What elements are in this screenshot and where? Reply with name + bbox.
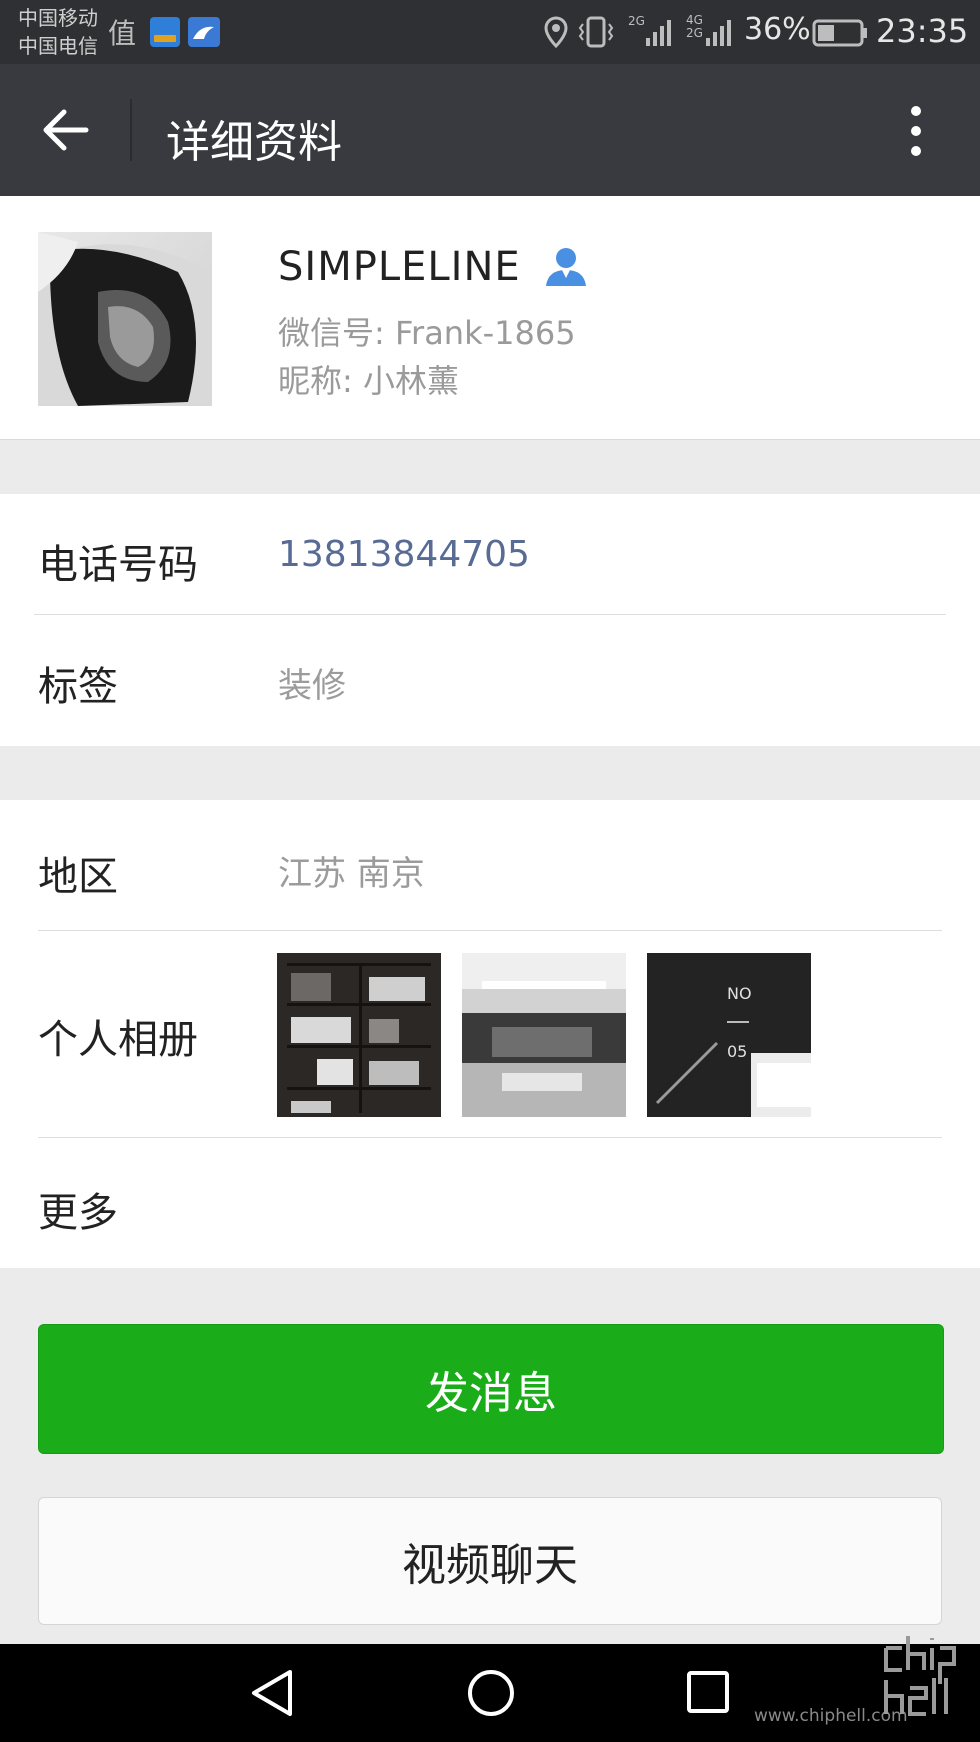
album-row[interactable]: 个人相册 NO 05 (0, 931, 980, 1137)
contact-name: SIMPLELINE (278, 244, 521, 290)
phone-label: 电话号码 (38, 542, 198, 588)
album-photo-2 (462, 953, 626, 1117)
region-value: 江苏 南京 (278, 854, 425, 894)
title-divider (130, 99, 132, 161)
region-label: 地区 (38, 854, 118, 900)
network-2g-label: 2G (628, 14, 645, 28)
battery-icon (812, 18, 868, 52)
contact-person-icon (544, 246, 588, 290)
row-divider (34, 614, 946, 615)
signal-icon-2 (704, 16, 736, 52)
details-section: 地区 江苏 南京 个人相册 NO 05 更多 (0, 800, 980, 1268)
more-options-icon[interactable] (898, 104, 934, 160)
zhidemai-app-icon: 值 (108, 17, 137, 50)
autohome-app-icon (150, 17, 180, 47)
chiphell-logo-icon (880, 1628, 970, 1732)
carrier-2: 中国电信 (18, 34, 98, 58)
back-arrow-icon[interactable] (38, 104, 94, 156)
tag-value[interactable]: 装修 (278, 658, 346, 707)
nickname: 昵称: 小林薰 (278, 362, 459, 400)
phone-number-link[interactable]: 13813844705 (278, 534, 530, 575)
send-message-button[interactable]: 发消息 (38, 1324, 944, 1454)
title-bar: 详细资料 (0, 64, 980, 196)
carrier-1: 中国移动 (18, 6, 98, 30)
photo-3-text-top: NO (727, 984, 752, 1003)
album-photo-1 (277, 953, 441, 1117)
more-row[interactable]: 更多 (0, 1138, 980, 1268)
network-dual-label: 4G 2G (686, 13, 703, 40)
system-nav-bar: www.chiphell.com (0, 1636, 980, 1742)
photo-3-text-bottom: 05 (727, 1042, 747, 1061)
location-icon (543, 16, 569, 52)
wechat-id: 微信号: Frank-1865 (278, 314, 576, 352)
status-bar: 中国移动 中国电信 值 2G 4G 2G 36% 23:35 (0, 0, 980, 64)
contact-info-section: 电话号码 13813844705 标签 装修 (0, 494, 980, 746)
tag-label: 标签 (38, 664, 118, 710)
nav-recents-icon[interactable] (686, 1670, 732, 1720)
nav-back-icon[interactable] (248, 1668, 296, 1722)
video-chat-button[interactable]: 视频聊天 (38, 1497, 942, 1625)
profile-card: SIMPLELINE 微信号: Frank-1865 昵称: 小林薰 (0, 196, 980, 440)
battery-percent: 36% (744, 12, 811, 47)
page-title: 详细资料 (166, 117, 342, 168)
avatar[interactable] (38, 232, 212, 406)
clock: 23:35 (876, 12, 969, 50)
vibrate-icon (578, 16, 614, 52)
signal-icon (644, 16, 676, 52)
bird-app-icon (188, 17, 220, 47)
more-label: 更多 (38, 1190, 118, 1236)
album-label: 个人相册 (38, 1017, 198, 1063)
album-photo-3: NO 05 (647, 953, 811, 1117)
nav-home-icon[interactable] (466, 1668, 516, 1722)
